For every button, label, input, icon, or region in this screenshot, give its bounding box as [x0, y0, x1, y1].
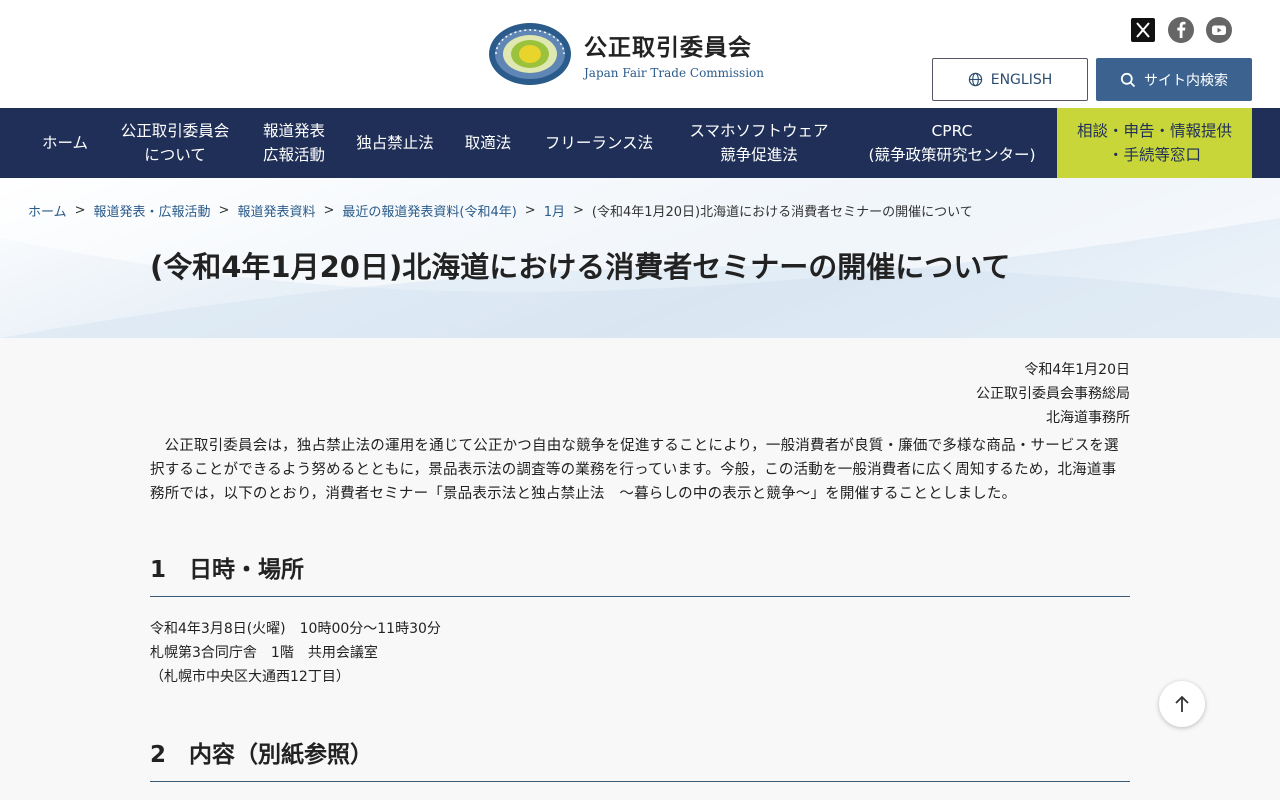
main-content: 令和4年1月20日 公正取引委員会事務総局 北海道事務所 公正取引委員会は，独占… [150, 338, 1130, 782]
nav-item-cprc[interactable]: CPRC (競争政策研究センター) [852, 108, 1052, 178]
breadcrumb-separator: > [74, 203, 86, 218]
facebook-icon[interactable] [1168, 17, 1194, 43]
breadcrumb-separator: > [524, 203, 536, 218]
section-heading-datetime: 1 日時・場所 [150, 550, 1130, 597]
breadcrumb-separator: > [572, 203, 584, 218]
section-body-datetime: 令和4年3月8日(火曜) 10時00分～11時30分 札幌第3合同庁舎 1階 共… [150, 617, 1130, 689]
nav-item-subcontract[interactable]: 取適法 [452, 108, 524, 178]
nav-item-consultation[interactable]: 相談・申告・情報提供 ・手続等窓口 [1057, 108, 1252, 178]
event-venue: 札幌第3合同庁舎 1階 共用会議室 [150, 645, 378, 661]
x-icon[interactable] [1130, 17, 1156, 43]
breadcrumb: ホーム > 報道発表・広報活動 > 報道発表資料 > 最近の報道発表資料(令和4… [28, 201, 973, 220]
english-label: ENGLISH [990, 71, 1053, 88]
breadcrumb-separator: > [218, 203, 230, 218]
breadcrumb-link-january[interactable]: 1月 [544, 201, 565, 220]
logo-title-en: Japan Fair Trade Commission [584, 66, 764, 80]
arrow-up-icon [1175, 695, 1189, 712]
breadcrumb-separator: > [323, 203, 335, 218]
breadcrumb-current: (令和4年1月20日)北海道における消費者セミナーの開催について [591, 205, 973, 220]
intro-paragraph: 公正取引委員会は，独占禁止法の運用を通じて公正かつ自由な競争を促進することにより… [150, 438, 1119, 502]
nav-item-antimonopoly[interactable]: 独占禁止法 [346, 108, 444, 178]
release-date: 令和4年1月20日 [1024, 362, 1130, 378]
site-logo[interactable]: 公正取引委員会 Japan Fair Trade Commission [488, 22, 764, 86]
breadcrumb-link-recent-releases[interactable]: 最近の報道発表資料(令和4年) [342, 201, 516, 220]
nav-item-press[interactable]: 報道発表 広報活動 [250, 108, 338, 178]
breadcrumb-link-press[interactable]: 報道発表・広報活動 [94, 201, 211, 220]
english-button[interactable]: ENGLISH [932, 58, 1088, 101]
event-datetime: 令和4年3月8日(火曜) 10時00分～11時30分 [150, 621, 441, 637]
nav-item-freelance[interactable]: フリーランス法 [532, 108, 666, 178]
release-meta: 令和4年1月20日 公正取引委員会事務総局 北海道事務所 [150, 358, 1130, 430]
youtube-icon[interactable] [1206, 17, 1232, 43]
global-nav: ホーム 公正取引委員会 について 報道発表 広報活動 独占禁止法 取適法 フリー… [0, 108, 1280, 178]
back-to-top-button[interactable] [1159, 681, 1205, 727]
event-address: （札幌市中央区大通西12丁目） [150, 669, 350, 685]
page-hero: ホーム > 報道発表・広報活動 > 報道発表資料 > 最近の報道発表資料(令和4… [0, 178, 1280, 338]
search-label: サイト内検索 [1144, 72, 1228, 89]
nav-item-about[interactable]: 公正取引委員会 について [110, 108, 240, 178]
section-heading-content: 2 内容（別紙参照） [150, 735, 1130, 782]
site-header: 公正取引委員会 Japan Fair Trade Commission ENGL… [0, 0, 1280, 108]
nav-item-smartphone[interactable]: スマホソフトウェア 競争促進法 [674, 108, 844, 178]
release-office: 北海道事務所 [1046, 410, 1130, 426]
site-search-button[interactable]: サイト内検索 [1096, 58, 1252, 101]
nav-item-home[interactable]: ホーム [28, 108, 102, 178]
jftc-emblem-icon [489, 23, 571, 85]
page-title: (令和4年1月20日)北海道における消費者セミナーの開催について [150, 250, 1011, 284]
social-links [1130, 17, 1232, 43]
breadcrumb-link-releases[interactable]: 報道発表資料 [237, 201, 315, 220]
logo-title-ja: 公正取引委員会 [584, 35, 752, 61]
breadcrumb-link-home[interactable]: ホーム [28, 201, 67, 220]
release-org: 公正取引委員会事務総局 [976, 386, 1130, 402]
globe-icon [968, 72, 982, 87]
search-icon [1120, 72, 1136, 87]
